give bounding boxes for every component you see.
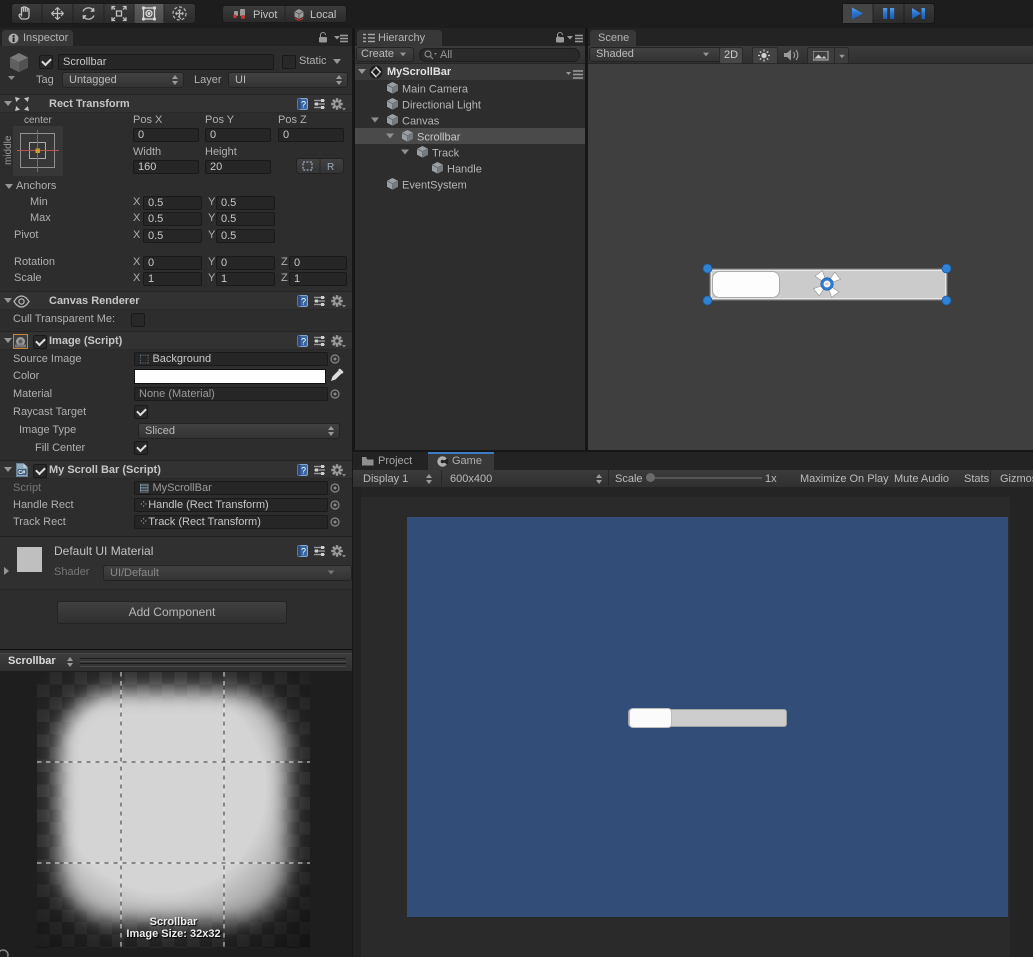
svg-text:C#: C# (18, 470, 25, 476)
svg-text:Main Camera: Main Camera (402, 84, 469, 96)
svg-text:EventSystem: EventSystem (402, 180, 467, 192)
svg-text:Scrollbar: Scrollbar (417, 132, 461, 144)
svg-text:Track: Track (432, 148, 460, 160)
svg-text:R: R (327, 162, 334, 173)
svg-text:Canvas: Canvas (402, 116, 440, 128)
svg-text:Local: Local (310, 9, 336, 21)
svg-text:Handle: Handle (447, 164, 482, 176)
svg-text:Pivot: Pivot (253, 9, 277, 21)
svg-text:Directional Light: Directional Light (402, 100, 481, 112)
svg-text:middle: middle (3, 135, 14, 165)
